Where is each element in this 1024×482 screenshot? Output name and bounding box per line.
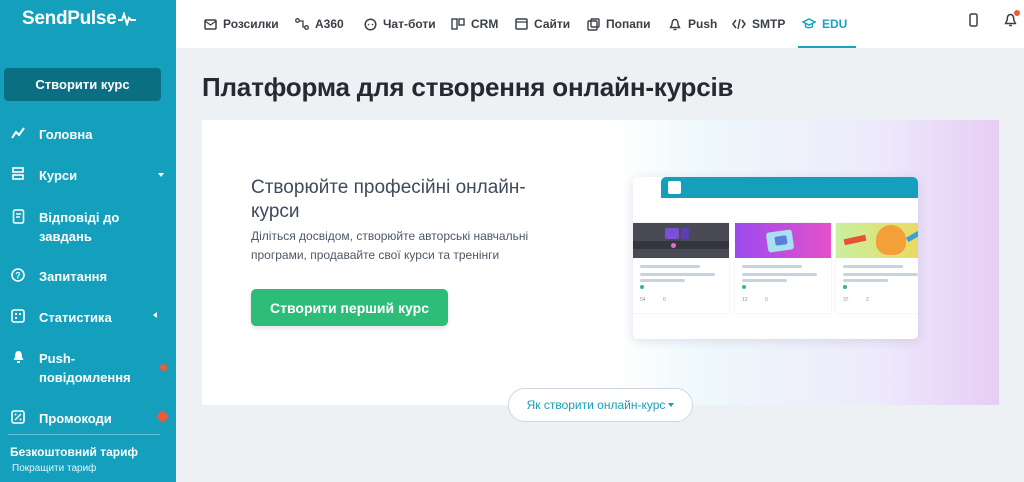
discount-icon: [10, 409, 26, 425]
svg-text:?: ?: [15, 271, 21, 281]
sidebar: SendPulse Створити курс Головна Курси Ві…: [0, 0, 176, 482]
illustration-header: [661, 177, 918, 198]
course-card-preview: 12 0: [735, 223, 831, 313]
course-stat: 12: [742, 297, 748, 303]
course-stat: 54: [640, 297, 646, 303]
edu-promo-card: Створюйте професійні онлайн-курси Діліть…: [202, 120, 999, 405]
tab-popups[interactable]: Попапи: [586, 0, 651, 48]
course-stat: 2: [866, 297, 869, 303]
course-stat: 37: [843, 297, 849, 303]
tab-smtp[interactable]: SMTP: [732, 0, 785, 48]
tab-push[interactable]: Push: [668, 0, 717, 48]
course-stat: 0: [765, 297, 768, 303]
create-course-button[interactable]: Створити курс: [4, 68, 161, 101]
chevron-left-icon[interactable]: [153, 312, 157, 318]
course-card-preview: 54 0: [633, 223, 729, 313]
tab-label: Попапи: [606, 17, 651, 31]
chevron-down-icon: [668, 403, 675, 407]
tab-sites[interactable]: Сайти: [514, 0, 570, 48]
card-heading: Створюйте професійні онлайн-курси: [251, 177, 526, 222]
create-first-course-button[interactable]: Створити перший курс: [251, 289, 448, 326]
chevron-down-icon[interactable]: [158, 173, 164, 177]
tab-label: CRM: [471, 17, 499, 31]
document-check-icon: [10, 208, 26, 224]
notification-dot: [160, 364, 167, 371]
course-thumbnail: [836, 223, 918, 258]
push-icon: [10, 349, 26, 365]
divider: [8, 434, 160, 435]
course-thumbnail: [735, 223, 831, 258]
crm-icon: [451, 17, 465, 31]
sidebar-item-answers[interactable]: Відповіді до завдань: [0, 208, 176, 246]
tab-label: EDU: [822, 17, 848, 31]
bell-icon: [668, 17, 682, 31]
chat-icon: [363, 17, 377, 31]
tab-edu[interactable]: EDU: [802, 0, 847, 48]
sidebar-item-label: Головна: [39, 127, 93, 142]
sidebar-item-courses[interactable]: Курси: [0, 166, 176, 185]
code-icon: [732, 17, 746, 31]
sidebar-item-home[interactable]: Головна: [0, 125, 176, 144]
tab-label: A360: [315, 17, 344, 31]
popup-icon: [586, 17, 600, 31]
how-to-label: Як створити онлайн-курс: [526, 398, 666, 412]
sendpulse-logo[interactable]: SendPulse: [22, 8, 137, 30]
sidebar-item-push[interactable]: Push-повідомлення: [0, 349, 176, 387]
mail-icon: [203, 17, 217, 31]
sidebar-item-label: Статистика: [39, 310, 112, 325]
tab-chatbots[interactable]: Чат-боти: [363, 0, 436, 48]
sidebar-item-label: Запитання: [39, 269, 108, 284]
flow-icon: [295, 17, 309, 31]
plan-name: Безкоштовний тариф: [10, 445, 138, 459]
tab-emails[interactable]: Розсилки: [203, 0, 279, 48]
course-card-preview: 37 2: [836, 223, 918, 313]
tab-label: Чат-боти: [383, 17, 436, 31]
sidebar-item-questions[interactable]: ? Запитання: [0, 267, 176, 286]
notification-dot: [1014, 10, 1020, 16]
tab-label: SMTP: [752, 17, 786, 31]
mobile-icon[interactable]: [965, 12, 981, 28]
stats-grid-icon: [10, 308, 26, 324]
tab-label: Push: [688, 17, 718, 31]
active-tab-indicator: [798, 46, 856, 48]
tab-a360[interactable]: A360: [295, 0, 344, 48]
site-icon: [514, 17, 528, 31]
how-to-create-course-button[interactable]: Як створити онлайн-курс: [508, 388, 693, 422]
sidebar-item-label: Push-повідомлення: [39, 351, 131, 385]
tab-crm[interactable]: CRM: [451, 0, 498, 48]
tab-label: Розсилки: [223, 17, 279, 31]
course-thumbnail: [633, 223, 729, 258]
logo-text: SendPulse: [22, 8, 117, 29]
course-stat: 0: [663, 297, 666, 303]
upgrade-plan-link[interactable]: Покращити тариф: [12, 463, 96, 474]
sidebar-item-label: Відповіді до завдань: [39, 210, 120, 244]
pulse-icon: [668, 181, 681, 194]
sidebar-item-promocodes[interactable]: Промокоди: [0, 409, 176, 428]
question-circle-icon: ?: [10, 267, 26, 283]
tab-label: Сайти: [534, 17, 571, 31]
sidebar-item-statistics[interactable]: Статистика: [0, 308, 176, 327]
sidebar-item-label: Курси: [39, 168, 78, 183]
sidebar-item-label: Промокоди: [39, 411, 112, 426]
chart-line-icon: [10, 125, 26, 141]
layers-icon: [10, 166, 26, 182]
card-description: Діліться досвідом, створюйте авторські н…: [251, 229, 529, 262]
courses-illustration: 54 0 12 0 37 2: [633, 177, 918, 339]
graduation-cap-icon: [802, 17, 816, 31]
page-title: Платформа для створення онлайн-курсів: [202, 72, 734, 102]
top-navigation: Розсилки A360 Чат-боти CRM Сайти Попапи …: [176, 0, 1024, 48]
pulse-icon: [118, 12, 137, 26]
